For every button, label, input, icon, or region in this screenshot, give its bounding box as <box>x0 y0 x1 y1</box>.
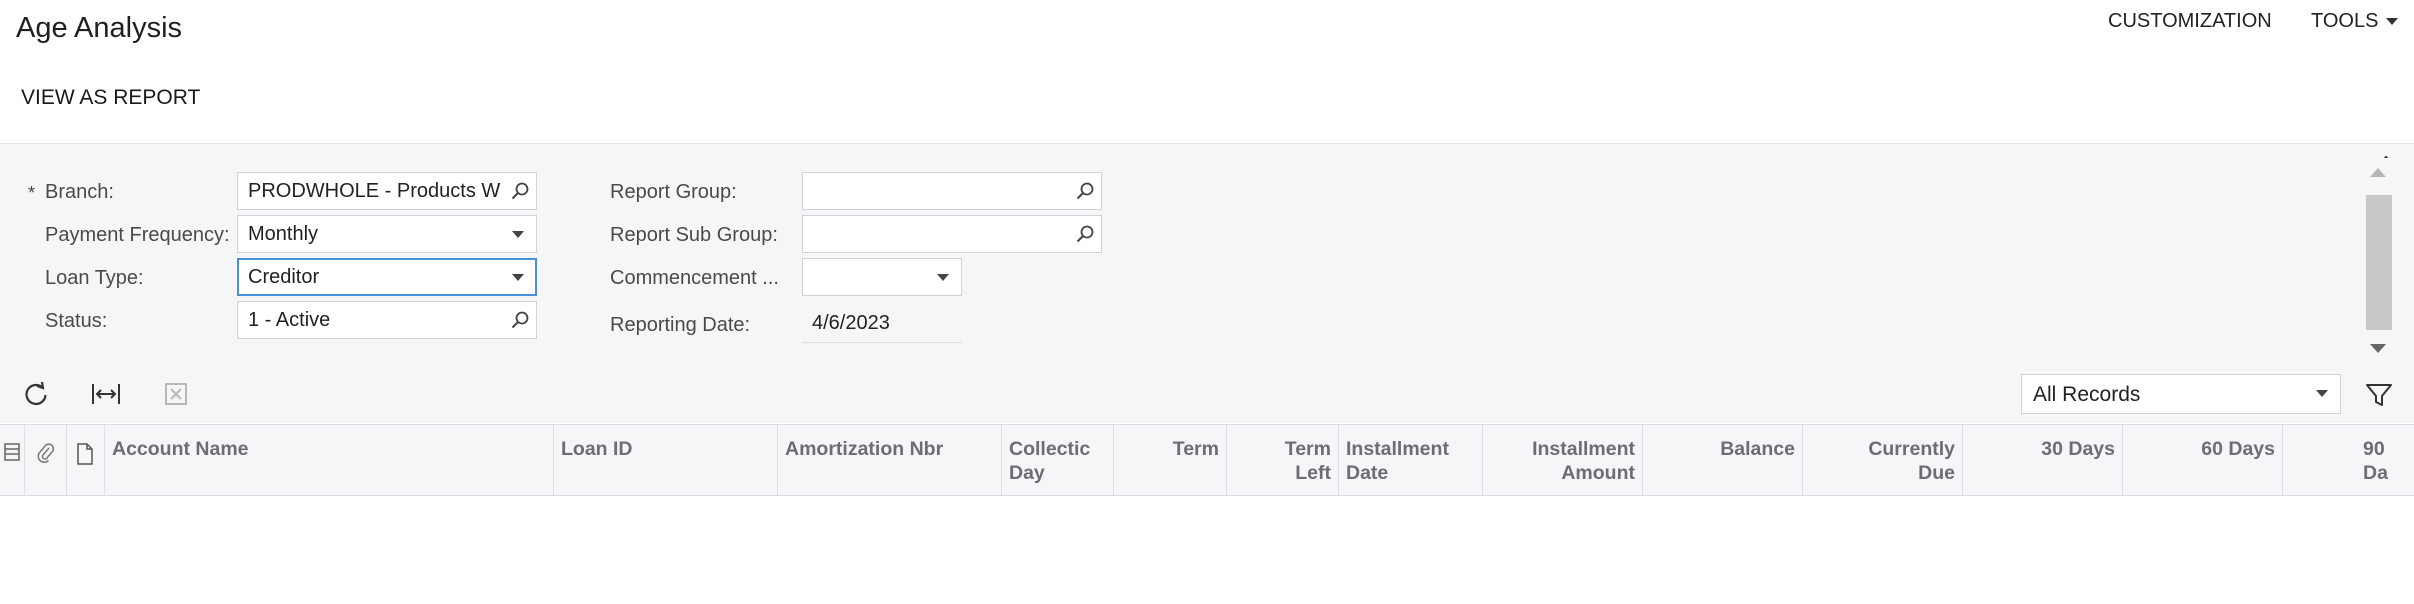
page-title: Age Analysis <box>16 12 183 44</box>
report-sub-group-label: Report Sub Group: <box>610 224 778 246</box>
scroll-up-icon[interactable] <box>2370 168 2386 177</box>
document-icon <box>77 443 93 465</box>
column-header-60-days[interactable]: 60 Days <box>2123 425 2283 497</box>
loan-type-value: Creditor <box>248 266 320 288</box>
loan-type-label: Loan Type: <box>45 267 144 289</box>
search-icon[interactable] <box>1075 224 1095 244</box>
column-header-term-left[interactable]: Term Left <box>1227 425 1339 497</box>
column-header-currently-due[interactable]: Currently Due <box>1803 425 1963 497</box>
column-header-collection-day[interactable]: Collectic Day <box>1002 425 1114 497</box>
payment-frequency-select[interactable]: Monthly <box>237 215 537 253</box>
column-header-installment-amount[interactable]: Installment Amount <box>1483 425 1643 497</box>
row-selector-column[interactable] <box>0 425 25 497</box>
search-icon[interactable] <box>1075 181 1095 201</box>
column-header-installment-date[interactable]: Installment Date <box>1339 425 1483 497</box>
report-group-label: Report Group: <box>610 181 737 203</box>
grid-header: Account Name Loan ID Amortization Nbr Co… <box>0 424 2414 497</box>
search-icon[interactable] <box>510 310 530 330</box>
row-selector-icon <box>4 443 20 461</box>
fit-columns-icon[interactable] <box>90 378 122 410</box>
attachments-column[interactable] <box>25 425 67 497</box>
payment-frequency-value: Monthly <box>248 223 319 245</box>
branch-value: PRODWHOLE - Products W <box>248 180 501 202</box>
status-value: 1 - Active <box>248 309 331 331</box>
customization-menu[interactable]: CUSTOMIZATION <box>2108 10 2272 33</box>
reporting-date-label: Reporting Date: <box>610 314 751 336</box>
column-header-30-days[interactable]: 30 Days <box>1963 425 2123 497</box>
chevron-down-icon <box>937 274 949 281</box>
scrollbar-thumb[interactable] <box>2366 195 2392 330</box>
column-header-loan-id[interactable]: Loan ID <box>554 425 778 497</box>
paperclip-icon <box>37 443 55 463</box>
chevron-down-icon <box>512 274 524 281</box>
view-as-report-button[interactable]: VIEW AS REPORT <box>21 86 200 110</box>
column-header-amortization-nbr[interactable]: Amortization Nbr <box>778 425 1002 497</box>
customization-menu-label: CUSTOMIZATION <box>2108 10 2272 32</box>
reporting-date-value: 4/6/2023 <box>812 312 890 334</box>
branch-field[interactable]: PRODWHOLE - Products W <box>237 172 537 210</box>
refresh-icon[interactable] <box>20 378 52 410</box>
records-filter-select[interactable]: All Records <box>2021 374 2341 414</box>
loan-type-select[interactable]: Creditor <box>237 258 537 296</box>
report-sub-group-field[interactable] <box>802 215 1102 253</box>
filter-icon[interactable] <box>2364 380 2394 410</box>
chevron-down-icon <box>2316 390 2328 397</box>
grid-body <box>0 496 2414 604</box>
column-header-account-name[interactable]: Account Name <box>105 425 554 497</box>
chevron-down-icon <box>512 231 524 238</box>
reporting-date-field: 4/6/2023 <box>802 305 962 343</box>
scroll-down-icon[interactable] <box>2370 344 2386 353</box>
tools-menu-label: TOOLS <box>2311 10 2379 32</box>
commencement-label: Commencement ... <box>610 267 779 289</box>
branch-label: Branch: <box>45 181 114 203</box>
status-label: Status: <box>45 310 108 332</box>
records-filter-value: All Records <box>2033 383 2141 406</box>
column-header-term[interactable]: Term <box>1114 425 1227 497</box>
tools-menu[interactable]: TOOLS <box>2311 10 2399 33</box>
report-group-field[interactable] <box>802 172 1102 210</box>
search-icon[interactable] <box>510 181 530 201</box>
chevron-down-icon <box>2386 18 2399 25</box>
excel-export-icon[interactable] <box>160 378 192 410</box>
column-header-90-days[interactable]: 90 Da <box>2283 425 2414 497</box>
required-mark: * <box>28 183 36 203</box>
column-header-balance[interactable]: Balance <box>1643 425 1803 497</box>
commencement-select[interactable] <box>802 258 962 296</box>
payment-frequency-label: Payment Frequency: <box>45 224 230 246</box>
notes-column[interactable] <box>67 425 105 497</box>
status-field[interactable]: 1 - Active <box>237 301 537 339</box>
